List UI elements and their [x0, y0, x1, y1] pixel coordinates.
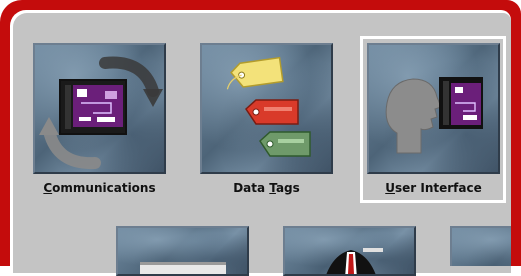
bottom-tile-3-face[interactable] — [450, 226, 511, 266]
data-tags-tile[interactable]: Data Tags — [200, 43, 333, 198]
user-icon — [326, 248, 383, 274]
module-icon — [140, 262, 226, 274]
bottom-tile-2-face[interactable] — [283, 226, 416, 276]
user-interface-label[interactable]: User Interface — [367, 181, 500, 195]
bottom-tile-2[interactable] — [283, 226, 416, 276]
bottom-tile-1-face[interactable] — [116, 226, 249, 276]
user-interface-tile[interactable]: User Interface — [367, 43, 500, 198]
bottom-tile-3[interactable] — [450, 226, 511, 266]
communications-label[interactable]: Communications — [33, 181, 166, 195]
communications-tile-face[interactable] — [33, 43, 166, 174]
tag-icon — [226, 56, 311, 157]
user-interface-icon — [385, 77, 483, 154]
bottom-tile-1[interactable] — [116, 226, 249, 276]
communications-icon — [39, 56, 163, 170]
data-tags-label[interactable]: Data Tags — [200, 181, 333, 195]
data-tags-tile-face[interactable] — [200, 43, 333, 174]
communications-tile[interactable]: Communications — [33, 43, 166, 198]
user-interface-tile-face[interactable] — [367, 43, 500, 174]
